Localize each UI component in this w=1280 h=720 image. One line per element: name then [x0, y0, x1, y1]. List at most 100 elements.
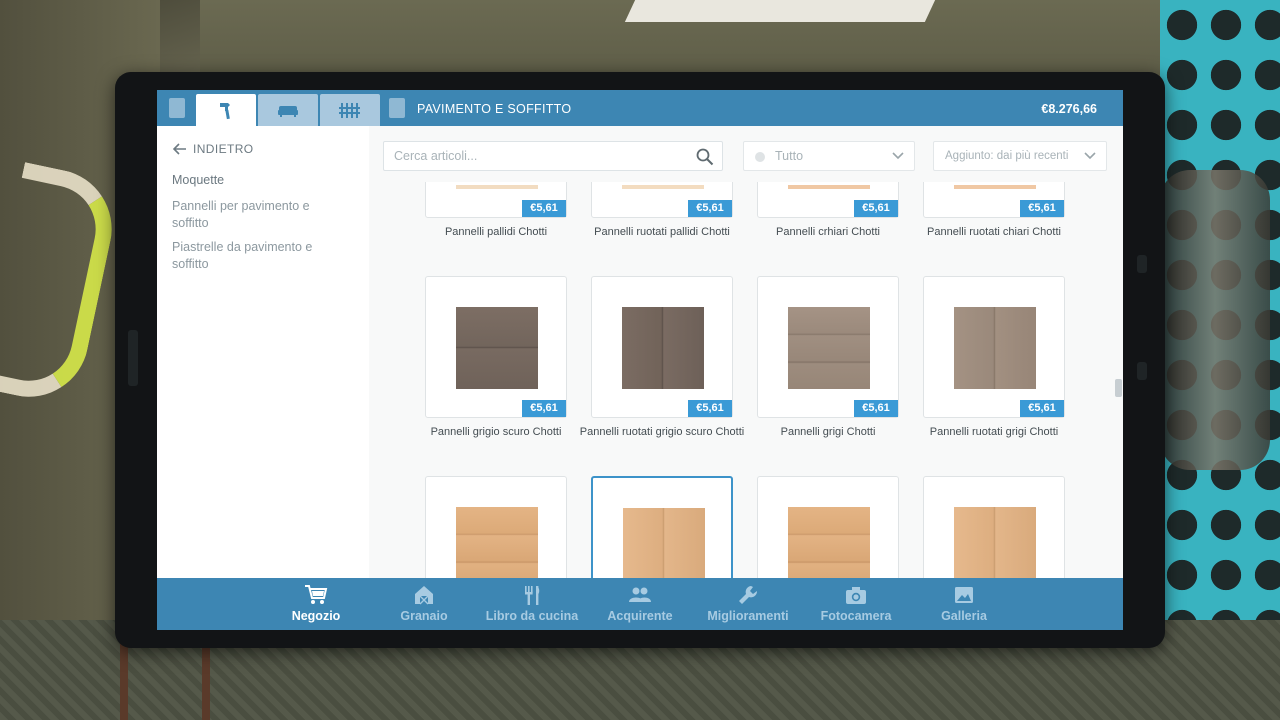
product-card[interactable]: [757, 476, 899, 578]
product-grid: €5,61 Pannelli pallidi Chotti €5,61 Pann…: [369, 182, 1109, 578]
product-swatch: [456, 307, 538, 389]
tablet-side-button: [128, 330, 138, 386]
product-card[interactable]: €5,61: [591, 276, 733, 418]
nav-label: Negozio: [291, 609, 341, 623]
product-name: Pannelli ruotati grigi Chotti: [929, 426, 1059, 438]
nav-camera[interactable]: Fotocamera: [802, 584, 910, 628]
category-moquette[interactable]: Moquette: [172, 172, 337, 189]
customers-icon: [629, 587, 651, 602]
filter-color-dot: [755, 152, 765, 162]
nav-label: Fotocamera: [820, 609, 892, 623]
price-badge: €5,61: [522, 200, 566, 217]
cart-icon: [305, 585, 328, 604]
scrollbar-thumb[interactable]: [1115, 379, 1122, 397]
fence-icon: [339, 103, 360, 118]
sort-dropdown[interactable]: Aggiunto: dai più recenti: [933, 141, 1107, 171]
chair: [120, 640, 210, 720]
nav-label: Acquirente: [607, 609, 673, 623]
category-panels[interactable]: Pannelli per pavimento e soffitto: [172, 198, 337, 232]
nav-label: Granaio: [400, 609, 448, 623]
price-badge: €5,61: [1020, 200, 1064, 217]
price-badge: €5,61: [522, 400, 566, 417]
catalog-content: Cerca articoli... Tutto Aggiunto: dai pi…: [369, 126, 1123, 578]
product-swatch: [788, 185, 870, 189]
search-placeholder: Cerca articoli...: [394, 149, 478, 163]
product-name: Pannelli crhiari Chotti: [776, 226, 880, 238]
product-card[interactable]: €5,61: [923, 276, 1065, 418]
nav-customers[interactable]: Acquirente: [586, 584, 694, 628]
product-card[interactable]: €5,61: [757, 182, 899, 218]
product-name: Pannelli pallidi Chotti: [444, 226, 548, 238]
scrollbar[interactable]: [1115, 126, 1122, 578]
section-title: PAVIMENTO E SOFFITTO: [417, 102, 572, 116]
product-name: Pannelli grigio scuro Chotti: [430, 426, 562, 438]
nav-label: Miglioramenti: [707, 609, 789, 623]
balance: €8.276,66: [1041, 102, 1097, 116]
tablet-screen: PAVIMENTO E SOFFITTO €8.276,66 INDIETRO …: [157, 90, 1123, 630]
nav-label: Libro da cucina: [485, 609, 579, 623]
tab-scroll-right[interactable]: [389, 98, 405, 118]
product-swatch: [788, 307, 870, 389]
chevron-down-icon: [1084, 152, 1096, 160]
tab-paint-roller[interactable]: [196, 94, 256, 126]
price-badge: €5,61: [854, 200, 898, 217]
machine-prop: [1160, 170, 1270, 470]
product-card[interactable]: €5,61: [425, 276, 567, 418]
product-card[interactable]: €5,61: [591, 182, 733, 218]
ceiling-beam: [624, 0, 936, 22]
product-card[interactable]: [923, 476, 1065, 578]
nav-label: Galleria: [941, 609, 987, 623]
product-swatch: [623, 508, 705, 578]
arrow-left-icon: [173, 143, 186, 155]
product-swatch: [954, 507, 1036, 578]
category-sidebar: INDIETRO Moquette Pannelli per pavimento…: [157, 126, 369, 578]
price-badge: €5,61: [1020, 400, 1064, 417]
barn-icon: [415, 586, 433, 605]
paint-roller-icon: [220, 103, 230, 120]
product-card[interactable]: [425, 476, 567, 578]
product-card-selected[interactable]: [591, 476, 733, 578]
product-name: Pannelli ruotati chiari Chotti: [927, 226, 1061, 238]
tablet-side-button: [1137, 362, 1147, 380]
sort-value: Aggiunto: dai più recenti: [945, 150, 1069, 162]
price-badge: €5,61: [854, 400, 898, 417]
tablet-side-button: [1137, 255, 1147, 273]
search-icon[interactable]: [696, 148, 714, 166]
nav-barn[interactable]: Granaio: [370, 584, 478, 628]
nav-cookbook[interactable]: Libro da cucina: [478, 584, 586, 628]
gallery-icon: [955, 587, 973, 603]
product-card[interactable]: €5,61: [923, 182, 1065, 218]
top-bar: PAVIMENTO E SOFFITTO €8.276,66: [157, 90, 1123, 126]
tab-furniture[interactable]: [258, 94, 318, 126]
back-button[interactable]: INDIETRO: [173, 142, 254, 156]
product-swatch: [954, 185, 1036, 189]
filter-dropdown[interactable]: Tutto: [743, 141, 915, 171]
nav-gallery[interactable]: Galleria: [910, 584, 1018, 628]
product-swatch: [456, 185, 538, 189]
chevron-down-icon: [892, 152, 904, 160]
back-label: INDIETRO: [193, 142, 254, 156]
filter-value: Tutto: [775, 149, 804, 163]
bottom-nav: Negozio Granaio Libro da cucina Acquiren…: [157, 578, 1123, 630]
nav-upgrades[interactable]: Miglioramenti: [694, 584, 802, 628]
cutlery-icon: [525, 586, 540, 605]
camera-icon: [846, 587, 866, 604]
tab-scroll-left[interactable]: [169, 98, 185, 118]
product-card[interactable]: €5,61: [757, 276, 899, 418]
product-name: Pannelli grigi Chotti: [780, 426, 876, 438]
tab-fences[interactable]: [320, 94, 380, 126]
wrench-icon: [739, 586, 758, 604]
product-card[interactable]: €5,61: [425, 182, 567, 218]
category-tiles[interactable]: Piastrelle da pavimento e soffitto: [172, 239, 337, 273]
product-name: Pannelli ruotati grigio scuro Chotti: [579, 426, 745, 438]
price-badge: €5,61: [688, 200, 732, 217]
product-swatch: [954, 307, 1036, 389]
price-badge: €5,61: [688, 400, 732, 417]
product-name: Pannelli ruotati pallidi Chotti: [594, 226, 730, 238]
sofa-icon: [278, 106, 298, 117]
search-input[interactable]: Cerca articoli...: [383, 141, 723, 171]
product-swatch: [622, 185, 704, 189]
nav-shop[interactable]: Negozio: [262, 584, 370, 628]
product-swatch: [788, 507, 870, 578]
product-swatch: [622, 307, 704, 389]
